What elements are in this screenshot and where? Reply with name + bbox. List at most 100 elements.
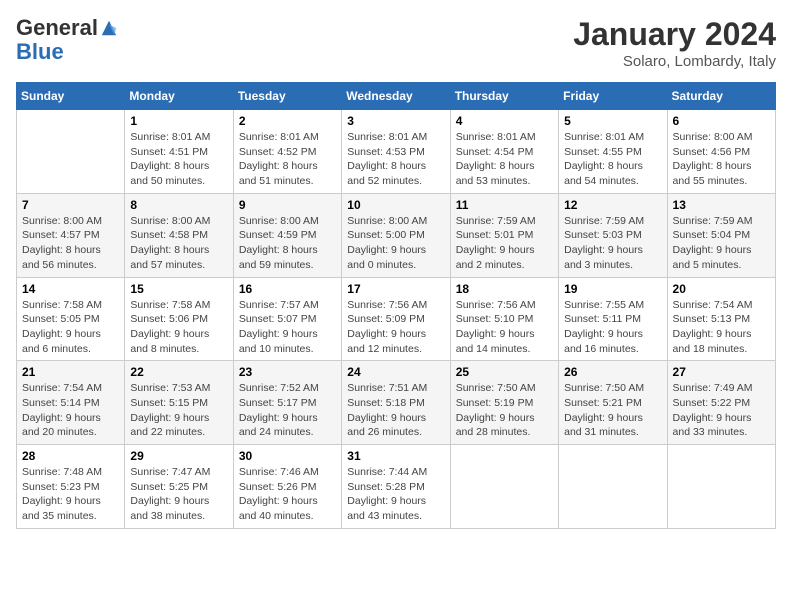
weekday-header-tuesday: Tuesday <box>233 83 341 110</box>
calendar-cell: 2 Sunrise: 8:01 AMSunset: 4:52 PMDaylight… <box>233 110 341 194</box>
title-block: January 2024 Solaro, Lombardy, Italy <box>573 16 776 70</box>
day-number: 9 <box>239 198 336 212</box>
calendar-cell: 18 Sunrise: 7:56 AMSunset: 5:10 PMDayligh… <box>450 277 558 361</box>
day-info: Sunrise: 7:50 AMSunset: 5:19 PMDaylight:… <box>456 381 553 440</box>
day-number: 15 <box>130 282 227 296</box>
calendar-week-row: 14 Sunrise: 7:58 AMSunset: 5:05 PMDayligh… <box>17 277 776 361</box>
day-info: Sunrise: 8:00 AMSunset: 4:58 PMDaylight:… <box>130 214 227 273</box>
day-info: Sunrise: 7:56 AMSunset: 5:10 PMDaylight:… <box>456 298 553 357</box>
calendar-week-row: 1 Sunrise: 8:01 AMSunset: 4:51 PMDaylight… <box>17 110 776 194</box>
day-number: 25 <box>456 365 553 379</box>
calendar-cell: 28 Sunrise: 7:48 AMSunset: 5:23 PMDayligh… <box>17 445 125 529</box>
day-number: 29 <box>130 449 227 463</box>
day-info: Sunrise: 7:48 AMSunset: 5:23 PMDaylight:… <box>22 465 119 524</box>
calendar-cell: 20 Sunrise: 7:54 AMSunset: 5:13 PMDayligh… <box>667 277 775 361</box>
calendar-cell <box>667 445 775 529</box>
weekday-header-row: SundayMondayTuesdayWednesdayThursdayFrid… <box>17 83 776 110</box>
day-info: Sunrise: 7:47 AMSunset: 5:25 PMDaylight:… <box>130 465 227 524</box>
page-header: General Blue January 2024 Solaro, Lombar… <box>16 16 776 70</box>
calendar-cell: 12 Sunrise: 7:59 AMSunset: 5:03 PMDayligh… <box>559 193 667 277</box>
day-number: 11 <box>456 198 553 212</box>
calendar-cell: 15 Sunrise: 7:58 AMSunset: 5:06 PMDayligh… <box>125 277 233 361</box>
calendar-cell: 27 Sunrise: 7:49 AMSunset: 5:22 PMDayligh… <box>667 361 775 445</box>
calendar-week-row: 7Sunrise: 8:00 AMSunset: 4:57 PMDaylight… <box>17 193 776 277</box>
calendar-cell: 11 Sunrise: 7:59 AMSunset: 5:01 PMDayligh… <box>450 193 558 277</box>
day-number: 17 <box>347 282 444 296</box>
day-info: Sunrise: 8:00 AMSunset: 4:59 PMDaylight:… <box>239 214 336 273</box>
day-info: Sunrise: 8:01 AMSunset: 4:55 PMDaylight:… <box>564 130 661 189</box>
day-number: 2 <box>239 114 336 128</box>
day-info: Sunrise: 7:51 AMSunset: 5:18 PMDaylight:… <box>347 381 444 440</box>
day-info: Sunrise: 7:56 AMSunset: 5:09 PMDaylight:… <box>347 298 444 357</box>
day-number: 19 <box>564 282 661 296</box>
day-number: 3 <box>347 114 444 128</box>
calendar-cell: 25 Sunrise: 7:50 AMSunset: 5:19 PMDayligh… <box>450 361 558 445</box>
calendar-cell: 5 Sunrise: 8:01 AMSunset: 4:55 PMDaylight… <box>559 110 667 194</box>
calendar-cell: 26Sunrise: 7:50 AMSunset: 5:21 PMDayligh… <box>559 361 667 445</box>
day-info: Sunrise: 7:59 AMSunset: 5:01 PMDaylight:… <box>456 214 553 273</box>
day-info: Sunrise: 8:01 AMSunset: 4:54 PMDaylight:… <box>456 130 553 189</box>
day-number: 14 <box>22 282 119 296</box>
day-number: 8 <box>130 198 227 212</box>
day-number: 31 <box>347 449 444 463</box>
calendar-cell: 6Sunrise: 8:00 AMSunset: 4:56 PMDaylight… <box>667 110 775 194</box>
calendar-cell: 19 Sunrise: 7:55 AMSunset: 5:11 PMDayligh… <box>559 277 667 361</box>
calendar-cell: 7Sunrise: 8:00 AMSunset: 4:57 PMDaylight… <box>17 193 125 277</box>
calendar-cell <box>450 445 558 529</box>
calendar-cell: 13 Sunrise: 7:59 AMSunset: 5:04 PMDayligh… <box>667 193 775 277</box>
day-info: Sunrise: 7:58 AMSunset: 5:05 PMDaylight:… <box>22 298 119 357</box>
calendar-cell: 14 Sunrise: 7:58 AMSunset: 5:05 PMDayligh… <box>17 277 125 361</box>
logo-icon <box>100 19 118 37</box>
calendar-cell: 21Sunrise: 7:54 AMSunset: 5:14 PMDayligh… <box>17 361 125 445</box>
calendar-cell: 17 Sunrise: 7:56 AMSunset: 5:09 PMDayligh… <box>342 277 450 361</box>
day-info: Sunrise: 7:58 AMSunset: 5:06 PMDaylight:… <box>130 298 227 357</box>
day-info: Sunrise: 8:01 AMSunset: 4:52 PMDaylight:… <box>239 130 336 189</box>
calendar-cell: 8 Sunrise: 8:00 AMSunset: 4:58 PMDaylight… <box>125 193 233 277</box>
day-number: 5 <box>564 114 661 128</box>
day-number: 16 <box>239 282 336 296</box>
day-info: Sunrise: 8:01 AMSunset: 4:51 PMDaylight:… <box>130 130 227 189</box>
day-number: 18 <box>456 282 553 296</box>
logo-text: General Blue <box>16 16 118 64</box>
calendar-cell: 10Sunrise: 8:00 AMSunset: 5:00 PMDayligh… <box>342 193 450 277</box>
day-info: Sunrise: 7:54 AMSunset: 5:13 PMDaylight:… <box>673 298 770 357</box>
day-number: 20 <box>673 282 770 296</box>
day-number: 1 <box>130 114 227 128</box>
calendar-cell: 22Sunrise: 7:53 AMSunset: 5:15 PMDayligh… <box>125 361 233 445</box>
day-number: 22 <box>130 365 227 379</box>
calendar-cell: 23Sunrise: 7:52 AMSunset: 5:17 PMDayligh… <box>233 361 341 445</box>
weekday-header-saturday: Saturday <box>667 83 775 110</box>
calendar-week-row: 21Sunrise: 7:54 AMSunset: 5:14 PMDayligh… <box>17 361 776 445</box>
day-number: 13 <box>673 198 770 212</box>
weekday-header-friday: Friday <box>559 83 667 110</box>
calendar-cell: 24Sunrise: 7:51 AMSunset: 5:18 PMDayligh… <box>342 361 450 445</box>
location-title: Solaro, Lombardy, Italy <box>573 53 776 70</box>
logo-general: General <box>16 16 98 40</box>
calendar-cell: 30 Sunrise: 7:46 AMSunset: 5:26 PMDayligh… <box>233 445 341 529</box>
day-info: Sunrise: 8:01 AMSunset: 4:53 PMDaylight:… <box>347 130 444 189</box>
day-info: Sunrise: 7:49 AMSunset: 5:22 PMDaylight:… <box>673 381 770 440</box>
day-info: Sunrise: 7:59 AMSunset: 5:03 PMDaylight:… <box>564 214 661 273</box>
day-info: Sunrise: 7:46 AMSunset: 5:26 PMDaylight:… <box>239 465 336 524</box>
day-number: 30 <box>239 449 336 463</box>
day-number: 4 <box>456 114 553 128</box>
calendar-cell: 1 Sunrise: 8:01 AMSunset: 4:51 PMDaylight… <box>125 110 233 194</box>
day-number: 26 <box>564 365 661 379</box>
day-info: Sunrise: 7:55 AMSunset: 5:11 PMDaylight:… <box>564 298 661 357</box>
day-info: Sunrise: 7:54 AMSunset: 5:14 PMDaylight:… <box>22 381 119 440</box>
weekday-header-thursday: Thursday <box>450 83 558 110</box>
day-info: Sunrise: 7:57 AMSunset: 5:07 PMDaylight:… <box>239 298 336 357</box>
day-number: 27 <box>673 365 770 379</box>
day-info: Sunrise: 7:44 AMSunset: 5:28 PMDaylight:… <box>347 465 444 524</box>
logo-blue: Blue <box>16 39 64 64</box>
weekday-header-monday: Monday <box>125 83 233 110</box>
logo: General Blue <box>16 16 118 64</box>
day-info: Sunrise: 8:00 AMSunset: 4:57 PMDaylight:… <box>22 214 119 273</box>
weekday-header-sunday: Sunday <box>17 83 125 110</box>
day-info: Sunrise: 7:59 AMSunset: 5:04 PMDaylight:… <box>673 214 770 273</box>
calendar-cell: 3 Sunrise: 8:01 AMSunset: 4:53 PMDaylight… <box>342 110 450 194</box>
day-number: 28 <box>22 449 119 463</box>
calendar-cell <box>559 445 667 529</box>
day-number: 12 <box>564 198 661 212</box>
calendar-cell: 16 Sunrise: 7:57 AMSunset: 5:07 PMDayligh… <box>233 277 341 361</box>
